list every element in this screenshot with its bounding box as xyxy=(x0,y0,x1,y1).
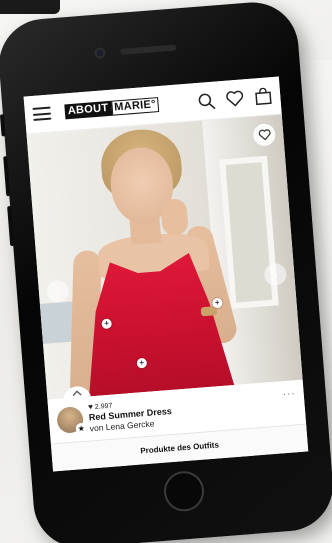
chevron-left-icon: ‹ xyxy=(55,283,61,300)
outfit-meta: ♥ 2.997 Red Summer Dress von Lena Gercke xyxy=(88,397,173,433)
bag-icon[interactable] xyxy=(254,87,273,106)
menu-icon[interactable] xyxy=(32,106,52,121)
avatar[interactable]: ★ xyxy=(56,405,88,435)
more-options-icon[interactable]: ··· xyxy=(282,388,296,400)
app-screen: ABOUT MARIE° ‹ › + + + ★ ♥ 2.997 Red Sum… xyxy=(23,76,309,472)
heart-icon[interactable] xyxy=(225,89,245,107)
logo-part-1: ABOUT xyxy=(64,100,112,120)
home-button[interactable] xyxy=(162,469,206,513)
search-icon[interactable] xyxy=(197,91,216,110)
plus-icon: + xyxy=(139,357,145,368)
star-icon: ★ xyxy=(75,422,88,435)
chevron-right-icon: › xyxy=(272,266,279,283)
header-actions xyxy=(197,87,273,111)
likes-value: 2.997 xyxy=(94,402,113,411)
photo-hand xyxy=(160,198,189,237)
chevron-up-icon xyxy=(72,390,82,397)
background-shadow xyxy=(0,0,60,14)
heart-solid-icon: ♥ xyxy=(87,402,94,412)
outfit-photo[interactable]: ‹ › + + + xyxy=(26,114,303,400)
logo-part-2: MARIE° xyxy=(110,97,160,116)
products-tab-label: Produkte des Outfits xyxy=(140,440,220,456)
heart-outline-icon xyxy=(258,129,271,141)
phone-volume-down xyxy=(7,205,15,247)
phone-speaker xyxy=(120,44,177,55)
phone-mute-switch xyxy=(0,114,6,137)
previous-image-button[interactable]: ‹ xyxy=(46,279,70,304)
brand-logo[interactable]: ABOUT MARIE° xyxy=(64,97,160,120)
front-camera xyxy=(93,47,106,59)
phone-device: ABOUT MARIE° ‹ › + + + ★ ♥ 2.997 Red Sum… xyxy=(0,0,332,543)
plus-icon: + xyxy=(103,318,110,328)
phone-volume-up xyxy=(3,156,11,197)
plus-icon: + xyxy=(214,297,220,308)
